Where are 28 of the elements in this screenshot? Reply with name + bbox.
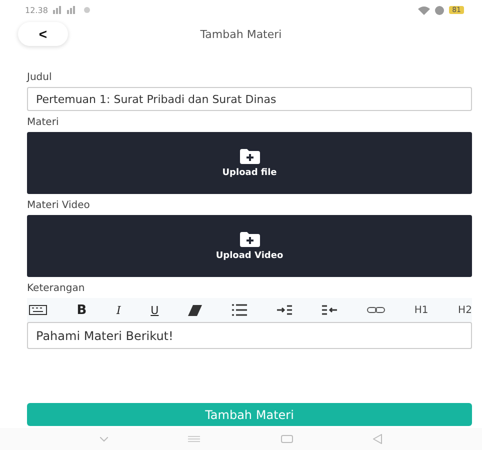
description-field[interactable]: Pahami Materi Berikut!	[27, 322, 472, 349]
status-time: 12.38	[25, 6, 48, 14]
format-button[interactable]: B	[76, 302, 87, 318]
upload-button[interactable]: Upload Video	[27, 215, 472, 277]
folder-plus-icon	[240, 232, 260, 246]
outdent-icon[interactable]	[322, 305, 337, 315]
field-label: Judul	[27, 72, 53, 83]
field-label: Materi Video	[27, 200, 91, 211]
back-button[interactable]: <	[18, 22, 68, 46]
format-button[interactable]: H2	[458, 304, 472, 316]
title-field[interactable]: Pertemuan 1: Surat Pribadi dan Surat Dinas	[27, 87, 472, 111]
format-button[interactable]: U	[150, 304, 159, 316]
signal-icon	[52, 6, 93, 14]
wifi-icon	[418, 6, 430, 14]
folder-plus-icon	[240, 148, 260, 164]
field-label: Keterangan	[27, 283, 86, 294]
list-icon[interactable]	[232, 304, 248, 316]
keyboard-icon[interactable]	[29, 305, 47, 315]
page-title: Tambah Materi	[200, 28, 282, 40]
format-button[interactable]: H1	[414, 304, 428, 316]
upload-label: Upload Video	[216, 250, 284, 260]
field-label: Materi	[27, 117, 60, 128]
format-button[interactable]: I	[116, 304, 121, 316]
upload-label: Upload file	[222, 168, 277, 178]
indent-icon[interactable]	[277, 305, 292, 315]
upload-button[interactable]: Upload file	[27, 132, 472, 194]
eraser-icon[interactable]	[188, 304, 202, 316]
link-icon[interactable]	[366, 307, 385, 313]
